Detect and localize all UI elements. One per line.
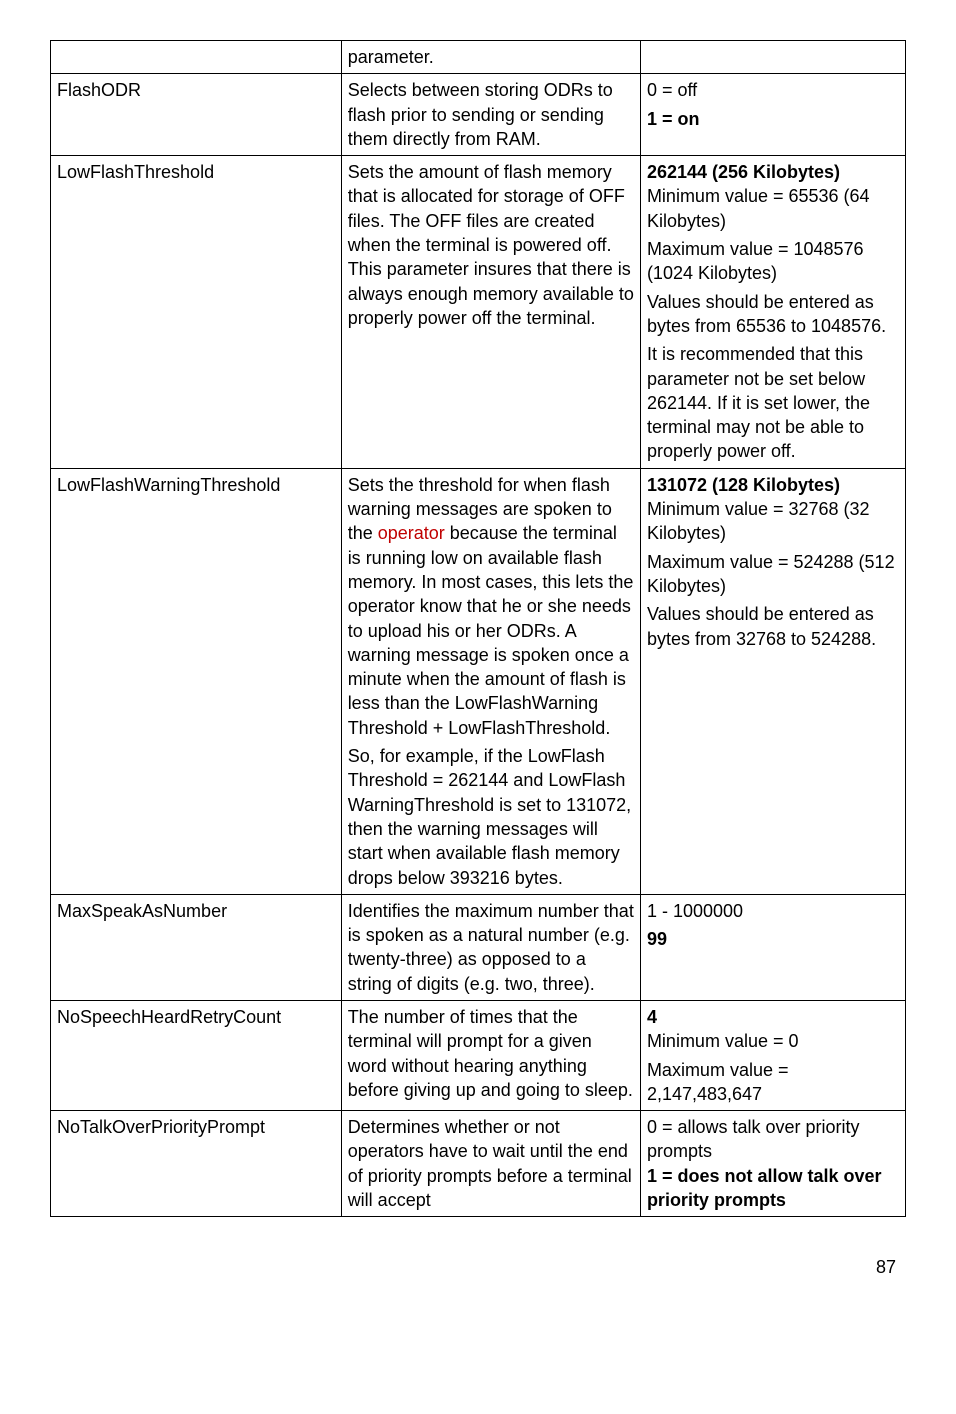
param-value-cell: 4 Minimum value = 0Maximum value = 2,147… <box>640 1000 905 1110</box>
param-desc-cell: Sets the amount of flash memory that is … <box>341 156 640 469</box>
table-row: LowFlashThresholdSets the amount of flas… <box>51 156 906 469</box>
glossary-link[interactable]: operator <box>378 523 445 543</box>
param-value-cell: 0 = allows talk over priority prompts 1 … <box>640 1111 905 1217</box>
param-name-cell: LowFlashWarningThreshold <box>51 468 342 894</box>
param-name-cell: NoSpeechHeardRetryCount <box>51 1000 342 1110</box>
param-name-cell: NoTalkOverPriorityPrompt <box>51 1111 342 1217</box>
table-row: FlashODRSelects between storing ODRs to … <box>51 74 906 156</box>
param-desc-cell: Determines whether or not operators have… <box>341 1111 640 1217</box>
param-desc-cell: Identifies the maximum number that is sp… <box>341 894 640 1000</box>
table-row: NoTalkOverPriorityPromptDetermines wheth… <box>51 1111 906 1217</box>
parameter-table: parameter.FlashODRSelects between storin… <box>50 40 906 1217</box>
page-number: 87 <box>50 1257 906 1278</box>
param-value-cell: 0 = off 1 = on <box>640 74 905 156</box>
param-desc-cell: Sets the threshold for when flash warnin… <box>341 468 640 894</box>
param-name-cell: LowFlashThreshold <box>51 156 342 469</box>
param-desc-cell: parameter. <box>341 41 640 74</box>
table-row: parameter. <box>51 41 906 74</box>
param-desc-cell: Selects between storing ODRs to flash pr… <box>341 74 640 156</box>
table-row: LowFlashWarningThresholdSets the thresho… <box>51 468 906 894</box>
param-value-cell: 1 - 100000099 <box>640 894 905 1000</box>
table-row: MaxSpeakAsNumberIdentifies the maximum n… <box>51 894 906 1000</box>
param-name-cell <box>51 41 342 74</box>
param-name-cell: FlashODR <box>51 74 342 156</box>
param-desc-cell: The number of times that the terminal wi… <box>341 1000 640 1110</box>
param-name-cell: MaxSpeakAsNumber <box>51 894 342 1000</box>
param-value-cell: 262144 (256 Kilobytes) Minimum value = 6… <box>640 156 905 469</box>
table-row: NoSpeechHeardRetryCountThe number of tim… <box>51 1000 906 1110</box>
param-value-cell: 131072 (128 Kilobytes) Minimum value = 3… <box>640 468 905 894</box>
param-value-cell <box>640 41 905 74</box>
